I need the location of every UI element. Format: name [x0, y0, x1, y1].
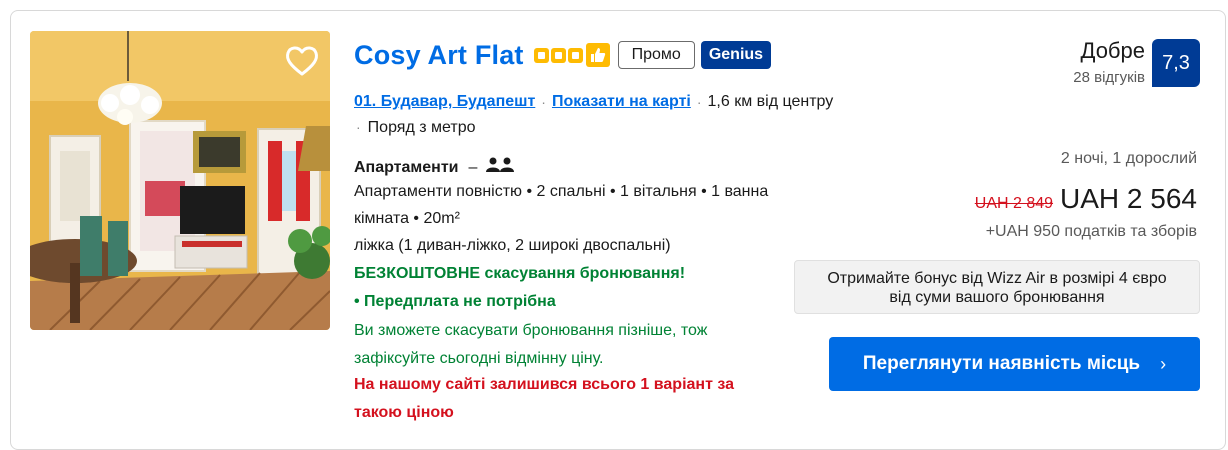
- cancel-later-note: Ви зможете скасувати бронювання пізніше,…: [354, 322, 708, 367]
- rating-square-icon: [550, 47, 566, 63]
- price-row: UAH 2 849 UAH 2 564: [975, 183, 1197, 215]
- taxes-and-fees: +UAH 950 податків та зборів: [985, 223, 1197, 240]
- see-availability-label: Переглянути наявність місць: [862, 353, 1141, 374]
- no-prepayment: • Передплата не потрібна: [354, 293, 556, 310]
- current-price: UAH 2 564: [1060, 183, 1197, 214]
- thumbs-up-icon: [585, 43, 610, 67]
- separator-dot: ·: [356, 119, 361, 135]
- property-photo[interactable]: [30, 31, 330, 330]
- star-rating: [533, 43, 610, 67]
- distance-from-center: 1,6 км від центру: [707, 93, 834, 110]
- free-cancellation: БЕЗКОШТОВНЕ скасування бронювання!: [354, 265, 686, 282]
- room-dash: –: [468, 158, 478, 176]
- room-type: Апартаменти: [354, 158, 459, 176]
- scarcity-message: На нашому сайті залишився всього 1 варіа…: [354, 376, 734, 421]
- property-card: Cosy Art Flat Промо Genius 01. Будавар, …: [10, 10, 1226, 450]
- show-on-map-link[interactable]: Показати на карті: [552, 93, 691, 111]
- room-description: Апартаменти повністю • 2 спальні • 1 віт…: [354, 183, 769, 227]
- property-name-link[interactable]: Cosy Art Flat: [354, 40, 524, 71]
- bed-info: ліжка (1 диван-ліжко, 2 широкі двоспальн…: [354, 237, 671, 254]
- review-word[interactable]: Добре: [1081, 38, 1145, 64]
- title-row: Cosy Art Flat Промо Genius: [354, 37, 772, 73]
- room-type-row: Апартаменти –: [354, 157, 515, 178]
- genius-badge: Genius: [700, 41, 772, 69]
- district-link[interactable]: 01. Будавар, Будапешт: [354, 93, 535, 111]
- rating-square-icon: [567, 47, 583, 63]
- two-persons-icon: [485, 157, 515, 178]
- location-row: 01. Будавар, Будапешт · Показати на карт…: [354, 93, 833, 111]
- see-availability-button[interactable]: Переглянути наявність місць ›: [829, 337, 1200, 391]
- review-score-badge[interactable]: 7,3: [1152, 39, 1200, 87]
- favorite-heart-icon[interactable]: [282, 41, 322, 81]
- metro-row: · Поряд з метро: [354, 119, 476, 137]
- separator-dot: ·: [541, 94, 546, 110]
- rating-square-icon: [533, 47, 549, 63]
- separator-dot: ·: [696, 94, 702, 110]
- old-price: UAH 2 849: [974, 195, 1054, 212]
- metro-info: Поряд з метро: [367, 119, 476, 136]
- review-count[interactable]: 28 відгуків: [1073, 69, 1145, 86]
- promo-badge: Промо: [617, 41, 695, 69]
- stay-info: 2 ночі, 1 дорослий: [1060, 150, 1197, 167]
- wizz-air-offer: Отримайте бонус від Wizz Air в розмірі 4…: [794, 260, 1200, 314]
- chevron-right-icon: ›: [1160, 353, 1167, 374]
